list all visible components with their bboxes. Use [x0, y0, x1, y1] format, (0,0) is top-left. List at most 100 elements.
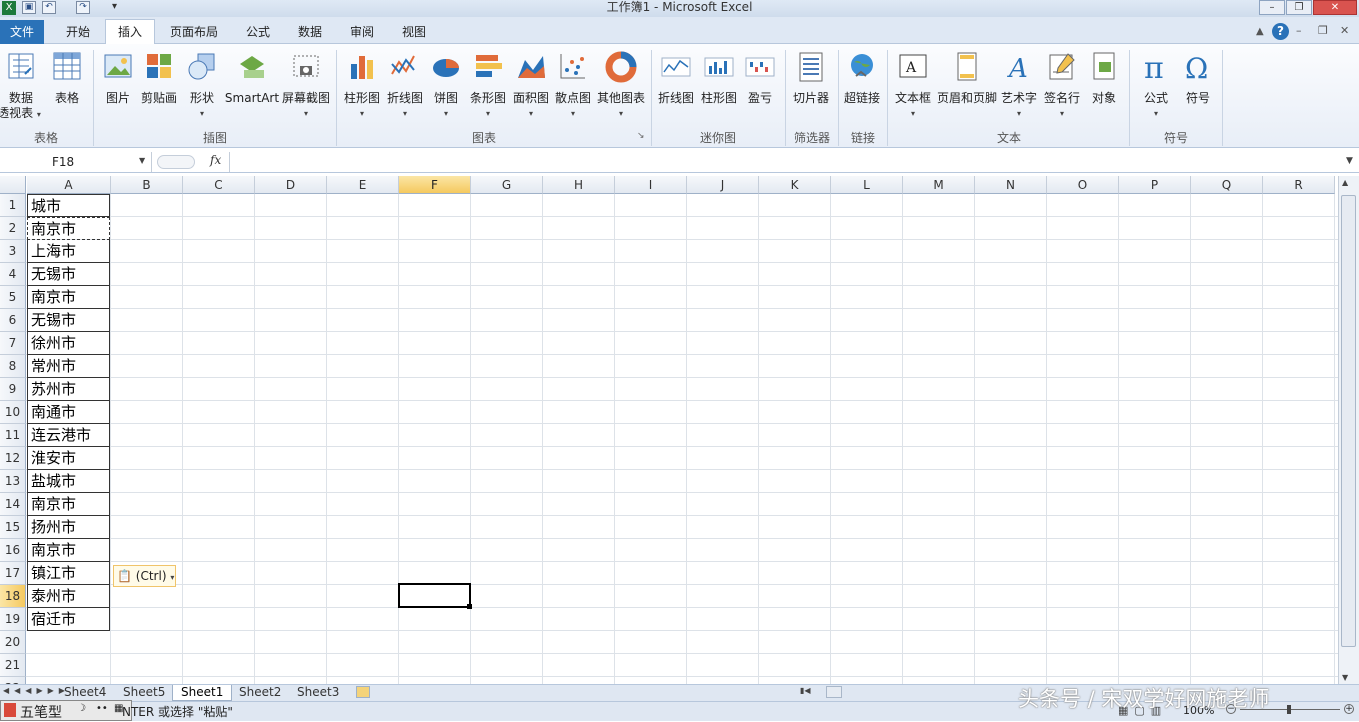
city-cell[interactable]: 南通市	[27, 401, 110, 424]
city-cell[interactable]: 镇江市	[27, 562, 110, 585]
column-header-i[interactable]: I	[615, 176, 687, 194]
collapse-ribbon-icon[interactable]: ▲	[1256, 26, 1264, 37]
city-cell[interactable]: 无锡市	[27, 309, 110, 332]
row-header-7[interactable]: 7	[0, 332, 26, 355]
tab-home[interactable]: 开始	[52, 20, 104, 44]
shapes-button[interactable]: 形状 ▾	[184, 50, 220, 121]
horizontal-scroll-left-icon[interactable]: ▮◀	[800, 686, 811, 695]
row-header-8[interactable]: 8	[0, 355, 26, 378]
bar-chart-button[interactable]: 条形图 ▾	[467, 50, 509, 121]
zoom-slider-thumb[interactable]	[1287, 705, 1291, 714]
city-cell[interactable]: 连云港市	[27, 424, 110, 447]
line-chart-button[interactable]: 折线图 ▾	[384, 50, 426, 121]
row-header-5[interactable]: 5	[0, 286, 26, 309]
column-header-n[interactable]: N	[975, 176, 1047, 194]
row-header-9[interactable]: 9	[0, 378, 26, 401]
column-header-m[interactable]: M	[903, 176, 975, 194]
tab-review[interactable]: 审阅	[338, 20, 386, 44]
ribbon-restore-icon[interactable]: ❐	[1318, 24, 1328, 37]
signature-line-button[interactable]: 签名行 ▾	[1042, 50, 1082, 121]
row-header-14[interactable]: 14	[0, 493, 26, 516]
scroll-down-icon[interactable]: ▼	[1342, 673, 1348, 682]
column-header-q[interactable]: Q	[1191, 176, 1263, 194]
name-box-dropdown-icon[interactable]: ▼	[139, 156, 145, 165]
fill-handle[interactable]	[467, 604, 472, 609]
row-header-16[interactable]: 16	[0, 539, 26, 562]
column-header-b[interactable]: B	[111, 176, 183, 194]
select-all-corner[interactable]	[0, 176, 26, 194]
column-header-g[interactable]: G	[471, 176, 543, 194]
horizontal-scroll-thumb[interactable]	[826, 686, 842, 698]
header-footer-button[interactable]: 页眉和页脚	[936, 50, 998, 106]
city-cell[interactable]: 淮安市	[27, 447, 110, 470]
slicer-button[interactable]: 切片器	[788, 50, 834, 106]
close-button[interactable]: ✕	[1313, 0, 1357, 15]
picture-button[interactable]: 图片	[99, 50, 137, 106]
column-chart-button[interactable]: 柱形图 ▾	[341, 50, 383, 121]
symbol-button[interactable]: Ω 符号	[1178, 50, 1218, 106]
city-cell[interactable]: 泰州市	[27, 585, 110, 608]
tab-view[interactable]: 视图	[390, 20, 438, 44]
ribbon-minimize-icon[interactable]: –	[1296, 24, 1302, 37]
sparkline-winloss-button[interactable]: 盈亏	[742, 50, 778, 106]
row-header-2[interactable]: 2	[0, 217, 26, 240]
pivot-table-button[interactable]: 数据 透视表 ▾	[0, 50, 42, 122]
formula-splitter[interactable]	[157, 155, 195, 169]
tab-page-layout[interactable]: 页面布局	[160, 20, 228, 44]
smartart-button[interactable]: SmartArt	[224, 50, 280, 106]
city-cell[interactable]: 盐城市	[27, 470, 110, 493]
column-header-e[interactable]: E	[327, 176, 399, 194]
formula-input[interactable]	[229, 152, 1344, 172]
tab-insert[interactable]: 插入	[105, 19, 155, 45]
scatter-chart-button[interactable]: 散点图 ▾	[552, 50, 594, 121]
name-box[interactable]: F18	[0, 152, 152, 172]
clip-art-button[interactable]: 剪贴画	[138, 50, 180, 106]
city-cell[interactable]: 无锡市	[27, 263, 110, 286]
expand-formula-bar-icon[interactable]: ▼	[1346, 156, 1353, 166]
ime-toolbar[interactable]: 五笔型 ☽ •• ▦	[0, 700, 132, 721]
column-header-l[interactable]: L	[831, 176, 903, 194]
sparkline-line-button[interactable]: 折线图	[655, 50, 697, 106]
city-cell[interactable]: 苏州市	[27, 378, 110, 401]
sheet-tab-sheet5[interactable]: Sheet5	[115, 685, 173, 701]
city-cell[interactable]: 南京市	[27, 217, 110, 240]
charts-dialog-launcher-icon[interactable]: ↘	[637, 131, 645, 141]
city-cell[interactable]: 徐州市	[27, 332, 110, 355]
scroll-up-icon[interactable]: ▲	[1342, 178, 1348, 187]
row-header-11[interactable]: 11	[0, 424, 26, 447]
row-header-12[interactable]: 12	[0, 447, 26, 470]
equation-button[interactable]: π 公式 ▾	[1136, 50, 1176, 121]
insert-function-icon[interactable]: fx	[210, 153, 221, 167]
screenshot-button[interactable]: 屏幕截图 ▾	[280, 50, 332, 121]
row-header-4[interactable]: 4	[0, 263, 26, 286]
insert-sheet-icon[interactable]	[356, 686, 370, 698]
city-cell[interactable]: 南京市	[27, 493, 110, 516]
row-header-17[interactable]: 17	[0, 562, 26, 585]
header-cell-a1[interactable]: 城市	[27, 194, 110, 217]
sheet-tab-sheet3[interactable]: Sheet3	[289, 685, 347, 701]
hyperlink-button[interactable]: 超链接	[841, 50, 883, 106]
column-header-p[interactable]: P	[1119, 176, 1191, 194]
column-header-f[interactable]: F	[399, 176, 471, 194]
paste-options-button[interactable]: 📋 (Ctrl) ▾	[113, 565, 176, 587]
row-header-6[interactable]: 6	[0, 309, 26, 332]
sheet-tab-sheet2[interactable]: Sheet2	[231, 685, 289, 701]
tab-data[interactable]: 数据	[286, 20, 334, 44]
row-header-3[interactable]: 3	[0, 240, 26, 263]
zoom-in-icon[interactable]: +	[1344, 704, 1354, 714]
column-header-r[interactable]: R	[1263, 176, 1335, 194]
city-cell[interactable]: 南京市	[27, 539, 110, 562]
wordart-button[interactable]: A 艺术字 ▾	[1000, 50, 1038, 121]
active-cell-f18[interactable]	[398, 583, 471, 608]
table-button[interactable]: 表格	[48, 50, 86, 106]
row-header-15[interactable]: 15	[0, 516, 26, 539]
row-header-13[interactable]: 13	[0, 470, 26, 493]
row-header-20[interactable]: 20	[0, 631, 26, 654]
sheet-tab-sheet4[interactable]: Sheet4	[56, 685, 114, 701]
column-header-o[interactable]: O	[1047, 176, 1119, 194]
column-header-j[interactable]: J	[687, 176, 759, 194]
ribbon-close-icon[interactable]: ✕	[1340, 24, 1349, 37]
row-header-22[interactable]: 22	[0, 677, 26, 684]
column-header-c[interactable]: C	[183, 176, 255, 194]
worksheet-grid[interactable]: ABCDEFGHIJKLMNOPQR 1 2 3 4 5 6 7 8 9 10 11 12 13 14 15…	[0, 176, 1338, 684]
